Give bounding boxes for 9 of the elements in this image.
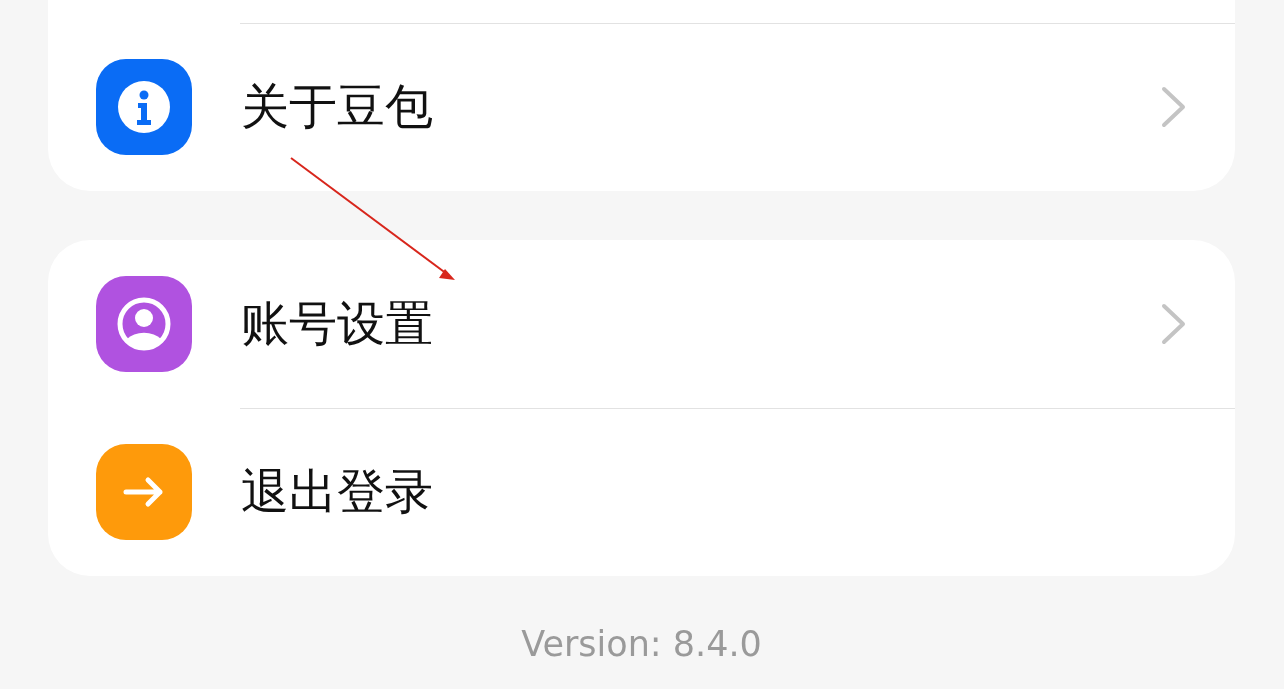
chevron-icon	[1161, 86, 1187, 128]
settings-item[interactable]: 账号设置	[48, 240, 1235, 408]
item-label: 退出登录	[241, 462, 434, 521]
chevron-icon	[1161, 303, 1187, 345]
item-label: 账号设置	[241, 294, 434, 353]
item-label: 关于豆包	[241, 77, 434, 136]
settings-item[interactable]: 关于豆包	[48, 23, 1235, 191]
settings-item[interactable]: 退出登录	[48, 408, 1235, 576]
version-text: Version: 8.4.0	[520, 624, 763, 664]
